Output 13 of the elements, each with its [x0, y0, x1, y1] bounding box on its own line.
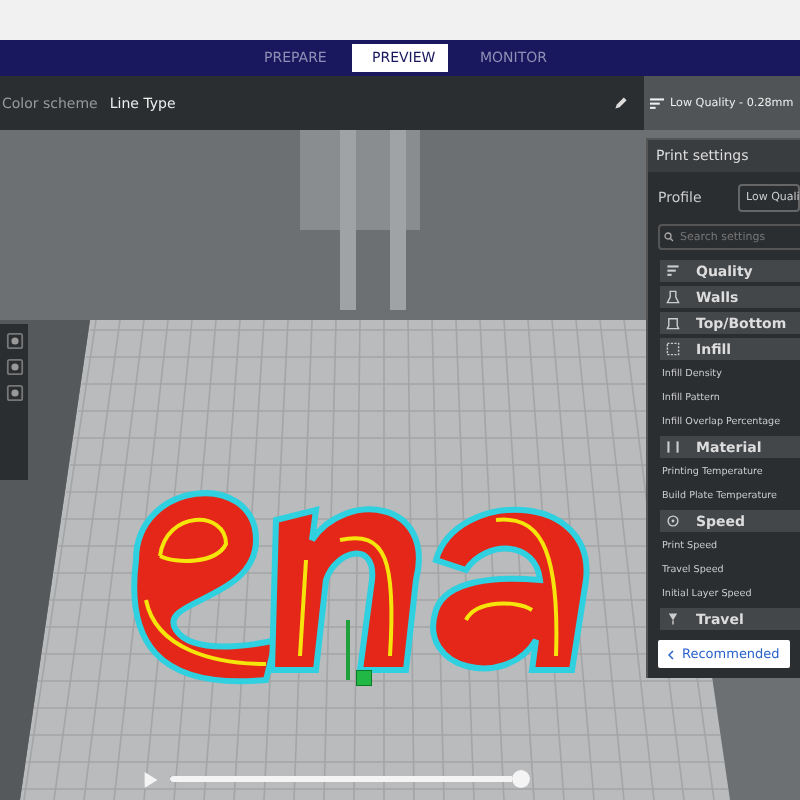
chevron-left-icon [668, 649, 674, 659]
settings-lines-icon [650, 97, 664, 109]
category-icon [666, 440, 680, 454]
category-icon [666, 514, 680, 528]
tool-icon[interactable] [5, 358, 23, 376]
search-icon [664, 232, 674, 242]
tool-icon[interactable] [5, 384, 23, 402]
layer-handle-icon[interactable] [356, 670, 372, 686]
category-icon [666, 612, 680, 626]
tool-icon[interactable] [5, 332, 23, 350]
timeline-slider[interactable] [170, 770, 530, 788]
category-icon [666, 264, 680, 278]
pencil-icon[interactable] [614, 96, 628, 110]
